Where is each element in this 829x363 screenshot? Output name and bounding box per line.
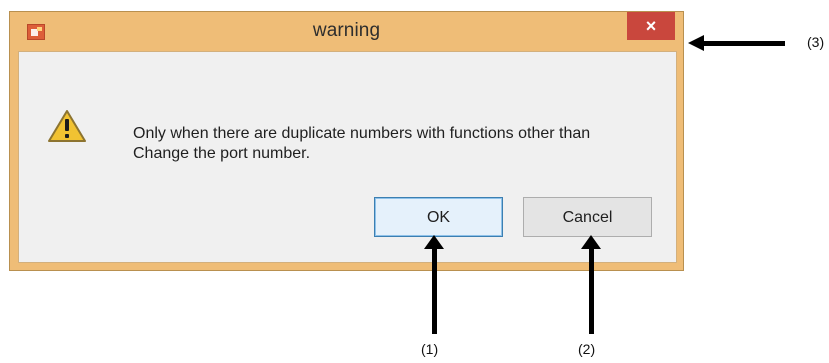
annotation-line-close [703,41,785,46]
dialog-content: Only when there are duplicate numbers wi… [18,51,677,263]
screenshot-canvas: warning × Only when there are duplicate … [0,0,829,363]
message-line: Only when there are duplicate numbers wi… [133,125,591,142]
close-icon: × [645,16,657,36]
cancel-button[interactable]: Cancel [523,197,652,237]
dialog-title: warning [312,20,381,41]
warning-icon [48,110,86,142]
annotation-line-ok [432,248,437,334]
annotation-label-cancel: (2) [578,341,596,357]
annotation-label-ok: (1) [421,341,439,357]
annotation-arrow-close [688,35,704,51]
annotation-label-close: (3) [807,34,825,50]
warning-message: Only when there are duplicate numbers wi… [133,124,678,164]
close-button[interactable]: × [627,12,675,40]
message-line: Change the port number. [133,145,311,162]
ok-button[interactable]: OK [374,197,503,237]
annotation-line-cancel [589,248,594,334]
dialog-titlebar[interactable]: warning × [10,12,683,51]
annotation-arrow-ok [424,235,444,249]
annotation-arrow-cancel [581,235,601,249]
warning-dialog: warning × Only when there are duplicate … [9,11,684,271]
